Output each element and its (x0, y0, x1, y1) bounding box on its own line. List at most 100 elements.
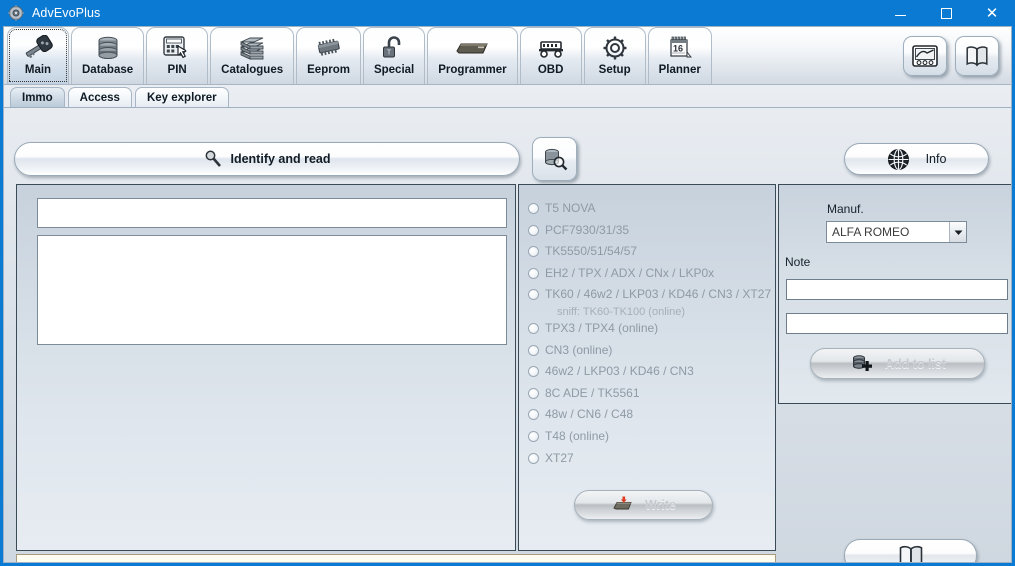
open-padlock-icon: T (381, 33, 407, 63)
svg-text:16: 16 (673, 44, 683, 54)
radio-option-xt27[interactable]: XT27 (528, 449, 774, 471)
ribbon-label: Programmer (438, 64, 507, 76)
info-label: Info (925, 152, 947, 166)
ribbon-button-obd[interactable]: OBD (519, 27, 582, 84)
ribbon-label: Planner (658, 64, 701, 76)
database-search-icon (541, 145, 569, 173)
application-window: AdvEvoPlus ✕ Main Database PIN Catalogue… (0, 0, 1015, 566)
add-to-list-button[interactable]: Add to list (810, 348, 985, 379)
ribbon-button-database[interactable]: Database (71, 27, 145, 84)
ribbon-button-catalogues[interactable]: Catalogues (210, 27, 295, 84)
ribbon-button-planner[interactable]: 16 Planner (647, 27, 712, 84)
manufacturer-panel: Manuf. ALFA ROMEO Note Add to list (778, 184, 1011, 404)
radio-icon (528, 409, 539, 421)
radio-icon (528, 322, 539, 334)
ribbon-button-eeprom[interactable]: Eeprom (296, 27, 361, 84)
ribbon-label: Database (82, 64, 134, 76)
radio-option-tpx3-tpx4[interactable]: TPX3 / TPX4 (online) (528, 319, 774, 341)
radio-option-t48-online[interactable]: T48 (online) (528, 427, 774, 449)
radio-option-eh2-tpx-adx[interactable]: EH2 / TPX / ADX / CNx / LKP0x (528, 264, 774, 286)
globe-icon (887, 148, 910, 171)
radio-label: 48w / CN6 / C48 (545, 407, 634, 422)
action-bar: Identify and read Info (4, 110, 1011, 181)
radio-icon (528, 430, 539, 442)
radio-icon (528, 267, 539, 279)
bottom-book-button[interactable] (844, 539, 977, 562)
note-field-2[interactable] (786, 313, 1008, 334)
ribbon-button-setup[interactable]: Setup (583, 27, 646, 84)
identification-log[interactable] (37, 235, 507, 345)
radio-icon (528, 246, 539, 258)
magnifier-icon (203, 149, 223, 169)
info-button[interactable]: Info (844, 143, 989, 175)
radio-option-48w-cn6[interactable]: 48w / CN6 / C48 (528, 405, 774, 427)
window-title: AdvEvoPlus (32, 6, 101, 20)
write-button[interactable]: Write (574, 490, 713, 520)
status-bar (16, 554, 776, 562)
radio-option-t5-nova[interactable]: T5 NOVA (528, 199, 774, 221)
manufacturer-label: Manuf. (827, 202, 864, 216)
tab-access[interactable]: Access (67, 87, 132, 107)
obd-connector-icon (536, 33, 566, 63)
open-book-icon (964, 44, 990, 68)
gear-icon (601, 33, 629, 63)
tab-label: Key explorer (146, 91, 217, 104)
radio-icon (528, 289, 539, 301)
write-chip-icon (611, 496, 635, 514)
identified-field[interactable] (37, 198, 507, 228)
ribbon-label: OBD (537, 64, 564, 76)
identify-label: Identify and read (230, 152, 331, 166)
database-search-button[interactable] (532, 137, 577, 181)
radio-icon (528, 224, 539, 236)
car-key-icon (21, 33, 55, 63)
add-to-list-label: Add to list (884, 356, 947, 371)
radio-sublabel-sniff: sniff: TK60-TK100 (online) (557, 305, 685, 318)
ribbon-label: Special (373, 64, 415, 76)
radio-option-tk5550[interactable]: TK5550/51/54/57 (528, 242, 774, 264)
main-toolbar: Main Database PIN Catalogues Eeprom T Sp… (4, 27, 1011, 85)
tab-key-explorer[interactable]: Key explorer (134, 87, 229, 107)
radio-icon (528, 452, 539, 464)
close-icon[interactable]: ✕ (969, 0, 1015, 26)
radio-option-tk60-46w2[interactable]: TK60 / 46w2 / LKP03 / KD46 / CN3 / XT27 (528, 285, 774, 307)
radio-label: 8C ADE / TK5561 (545, 385, 640, 400)
radio-option-pcf7930[interactable]: PCF7930/31/35 (528, 221, 774, 243)
radio-label: EH2 / TPX / ADX / CNx / LKP0x (545, 265, 715, 280)
radio-label: PCF7930/31/35 (545, 222, 630, 237)
tab-immo[interactable]: Immo (10, 87, 65, 107)
ribbon-right-buttons (903, 27, 1011, 84)
books-stack-icon (237, 33, 267, 63)
results-panel (16, 184, 516, 551)
oscilloscope-button[interactable] (903, 35, 947, 76)
ribbon-label: Main (24, 64, 52, 76)
radio-icon (528, 387, 539, 399)
ribbon-button-programmer[interactable]: Programmer (427, 27, 518, 84)
programmer-device-icon (453, 33, 491, 63)
ribbon-label: Eeprom (307, 64, 350, 76)
ribbon-button-main[interactable]: Main (7, 27, 69, 84)
radio-option-46w2-lkp03[interactable]: 46w2 / LKP03 / KD46 / CN3 (528, 362, 774, 384)
sub-tab-bar: Immo Access Key explorer (4, 86, 1011, 108)
manufacturer-dropdown[interactable]: ALFA ROMEO (826, 221, 967, 243)
manual-book-button[interactable] (955, 35, 999, 76)
calendar-16-icon: 16 (667, 33, 693, 63)
gear-app-icon (8, 5, 24, 21)
chevron-down-icon[interactable] (949, 222, 966, 242)
maximize-icon[interactable] (923, 0, 969, 26)
ribbon-button-pin[interactable]: PIN (146, 27, 209, 84)
write-label: Write (644, 498, 677, 512)
radio-option-cn3-online[interactable]: CN3 (online) (528, 341, 774, 363)
oscilloscope-icon (911, 44, 939, 68)
keypad-hand-icon (162, 33, 192, 63)
title-bar: AdvEvoPlus ✕ (0, 0, 1015, 26)
radio-label: T5 NOVA (545, 201, 596, 215)
minimize-icon[interactable] (877, 0, 923, 26)
tab-label: Access (79, 91, 120, 104)
ribbon-button-special[interactable]: T Special (362, 27, 426, 84)
database-plus-icon (849, 352, 875, 376)
chip-icon (314, 33, 344, 63)
identify-and-read-button[interactable]: Identify and read (14, 142, 520, 176)
radio-option-8c-ade[interactable]: 8C ADE / TK5561 (528, 384, 774, 406)
note-field-1[interactable] (786, 279, 1008, 300)
manufacturer-value: ALFA ROMEO (832, 225, 910, 239)
